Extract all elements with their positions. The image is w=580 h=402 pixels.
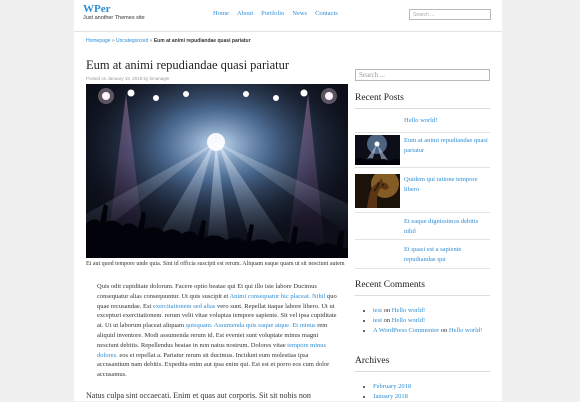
comment-item: A WordPress Commenter on Hello world!	[373, 326, 493, 336]
post-featured-image	[86, 84, 348, 258]
comment-on-text: on	[440, 326, 448, 334]
recent-post-link[interactable]: Hello world!	[404, 116, 488, 126]
widget-divider	[355, 108, 490, 109]
breadcrumb-separator: »	[149, 38, 153, 44]
archive-link[interactable]: February 2018	[373, 383, 411, 390]
image-caption: Et aut quod tempore unde quia. Sint id o…	[86, 261, 345, 267]
comment-on-text: on	[383, 316, 391, 324]
breadcrumb: Homepage » Uncategorized » Eum at animi …	[86, 38, 251, 44]
main-nav: Home About Portfolio News Contacts	[213, 10, 338, 17]
body-link[interactable]: quisquam. Assumenda quis eaque atque. Et…	[186, 322, 316, 329]
recent-post-thumbnail[interactable]	[355, 135, 400, 165]
post-title: Eum at animi repudiandae quasi pariatur	[86, 58, 290, 72]
header-divider	[74, 31, 502, 32]
comment-item: test on Hello world!	[373, 306, 493, 316]
archives-list: February 2018 January 2018	[357, 382, 493, 402]
recent-comments-list: test on Hello world! test on Hello world…	[357, 306, 493, 335]
breadcrumb-separator: »	[111, 38, 115, 44]
breadcrumb-category-link[interactable]: Uncategorized	[116, 38, 148, 44]
comment-author-link[interactable]: test	[373, 317, 382, 324]
archives-title: Archives	[355, 356, 390, 366]
comment-post-link[interactable]: Hello world!	[449, 327, 482, 334]
body-link[interactable]: exercitationem sed alias	[153, 303, 215, 310]
comment-on-text: on	[383, 307, 391, 314]
post-body-paragraph: Quis odit cupiditate dolorum. Facere opt…	[97, 282, 340, 380]
header-search-input[interactable]: Search ...	[409, 9, 491, 20]
breadcrumb-home-link[interactable]: Homepage	[86, 38, 110, 44]
comment-post-link[interactable]: Hello world!	[392, 307, 425, 314]
recent-post-thumbnail[interactable]	[355, 174, 400, 208]
post-body-paragraph-2: Natus culpa sint occaecati. Enim et quas…	[86, 391, 311, 400]
body-link[interactable]: Animi consequatur hic placeat. Nihil	[230, 293, 326, 300]
breadcrumb-current: Eum at animi repudiandae quasi pariatur	[153, 38, 251, 44]
recent-post-link[interactable]: Quidem qui ratione tempore libero	[404, 175, 488, 194]
widget-divider	[355, 295, 490, 296]
comment-item: test on Hello world!	[373, 316, 493, 326]
recent-post-item[interactable]: Hello world!	[355, 111, 490, 133]
recent-post-item[interactable]: Quidem qui ratione tempore libero	[355, 172, 490, 213]
nav-item-contacts[interactable]: Contacts	[315, 10, 338, 17]
post-meta: Posted on January 18, 2018 by bmanager	[86, 76, 170, 81]
recent-post-link[interactable]: Et quasi est a sapiente repudiandae qui	[404, 245, 488, 264]
comment-author-link[interactable]: test	[373, 307, 382, 314]
site-title[interactable]: WPer	[83, 3, 110, 15]
nav-item-home[interactable]: Home	[213, 10, 229, 17]
recent-post-item[interactable]: Eum at animi repudiandae quasi pariatur	[355, 133, 490, 168]
nav-item-news[interactable]: News	[292, 10, 307, 17]
page: WPer Just another Themes site Home About…	[74, 0, 502, 401]
comment-post-link[interactable]: Hello world!	[392, 317, 425, 324]
comment-author-link[interactable]: A WordPress Commenter	[373, 327, 439, 334]
nav-item-about[interactable]: About	[237, 10, 253, 17]
recent-comments-title: Recent Comments	[355, 280, 425, 290]
body-text-segment: eos et repellat a. Pariatur rerum sit du…	[97, 351, 330, 379]
archive-link[interactable]: January 2018	[373, 393, 408, 400]
recent-post-link[interactable]: Eum at animi repudiandae quasi pariatur	[404, 136, 488, 155]
recent-post-item[interactable]: Et quasi est a sapiente repudiandae qui	[355, 242, 490, 269]
site-tagline: Just another Themes site	[83, 15, 145, 21]
archive-item: February 2018	[373, 382, 493, 392]
archive-item: January 2018	[373, 392, 493, 402]
nav-item-portfolio[interactable]: Portfolio	[261, 10, 284, 17]
sidebar-search-input[interactable]: Search ...	[355, 69, 490, 81]
recent-post-link[interactable]: Et eaque dignissimos debitis nihil	[404, 217, 488, 236]
recent-post-item[interactable]: Et eaque dignissimos debitis nihil	[355, 213, 490, 240]
widget-divider	[355, 371, 490, 372]
recent-posts-title: Recent Posts	[355, 93, 404, 103]
